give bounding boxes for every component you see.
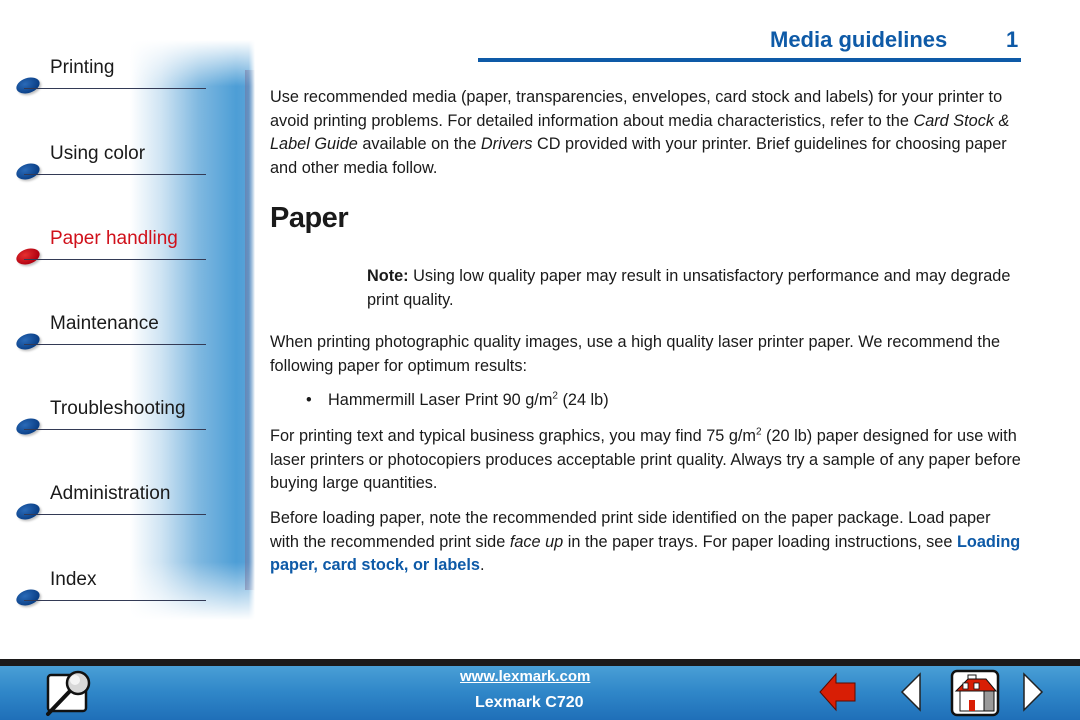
emphasis: face up: [509, 532, 564, 551]
back-button[interactable]: [818, 671, 858, 713]
sidebar-item-label: Administration: [50, 483, 171, 504]
paragraph-text: .: [479, 556, 485, 574]
section-heading: Paper: [270, 202, 349, 234]
back-arrow-icon: [819, 672, 856, 712]
bullet-icon: [14, 245, 42, 268]
sidebar-item-troubleshooting[interactable]: Troubleshooting: [14, 398, 206, 438]
sidebar-item-using-color[interactable]: Using color: [14, 143, 206, 183]
list-item: • Hammermill Laser Print 90 g/m2 (24 lb): [306, 389, 609, 413]
footer-divider: [0, 659, 1080, 666]
list-item-text: Hammermill Laser Print 90 g/m: [328, 391, 553, 409]
next-page-icon: [1023, 672, 1044, 712]
home-icon: [950, 669, 1000, 717]
sidebar-item-label: Maintenance: [50, 313, 159, 334]
product-model: Lexmark C720: [475, 694, 584, 711]
divider: [24, 344, 206, 345]
website-link[interactable]: www.lexmark.com: [460, 668, 590, 685]
home-button[interactable]: [950, 669, 1000, 717]
search-button[interactable]: [44, 669, 94, 717]
next-page-button[interactable]: [1022, 672, 1044, 712]
intro-paragraph: Use recommended media (paper, transparen…: [270, 86, 1022, 180]
search-icon: [46, 670, 91, 716]
bullet-icon: [14, 586, 42, 609]
sidebar-item-label: Index: [50, 569, 97, 590]
header-divider: [478, 58, 1021, 62]
note-text: Using low quality paper may result in un…: [367, 267, 1011, 309]
sidebar-item-label: Troubleshooting: [50, 398, 186, 419]
sidebar-item-printing[interactable]: Printing: [14, 57, 206, 97]
previous-page-icon: [900, 672, 921, 712]
divider: [24, 259, 206, 260]
page-number: 1: [1006, 27, 1019, 52]
note: Note: Using low quality paper may result…: [367, 265, 1027, 312]
note-label: Note:: [367, 267, 409, 285]
cd-name: Drivers: [480, 135, 533, 153]
bullet-icon: [14, 415, 42, 438]
bullet-icon: [14, 74, 42, 97]
bullet-icon: [14, 330, 42, 353]
divider: [24, 600, 206, 601]
bullet-icon: [14, 500, 42, 523]
bullet-icon: [14, 160, 42, 183]
divider: [24, 514, 206, 515]
divider: [24, 429, 206, 430]
photo-paragraph: When printing photographic quality image…: [270, 333, 1001, 375]
divider: [24, 88, 206, 89]
intro-text: available on the: [357, 135, 481, 153]
paragraph-text: For printing text and typical business g…: [270, 427, 756, 445]
intro-text: Use recommended media (paper, transparen…: [270, 88, 1003, 130]
sidebar-item-administration[interactable]: Administration: [14, 483, 206, 523]
bullet-dot: •: [306, 391, 312, 409]
page-title: Media guidelines: [770, 27, 948, 52]
previous-page-button[interactable]: [900, 672, 922, 712]
sidebar-item-label: Using color: [50, 143, 146, 164]
divider: [24, 174, 206, 175]
loading-paragraph: Before loading paper, note the recommend…: [270, 507, 1022, 578]
list-item-text: (24 lb): [557, 391, 609, 409]
business-paragraph: For printing text and typical business g…: [270, 425, 1022, 496]
sidebar-item-label: Paper handling: [50, 228, 178, 249]
sidebar-item-index[interactable]: Index: [14, 569, 206, 609]
sidebar-item-paper-handling[interactable]: Paper handling: [14, 228, 206, 268]
paragraph-text: in the paper trays. For paper loading in…: [563, 532, 957, 551]
sidebar-item-label: Printing: [50, 57, 115, 78]
sidebar-item-maintenance[interactable]: Maintenance: [14, 313, 206, 353]
